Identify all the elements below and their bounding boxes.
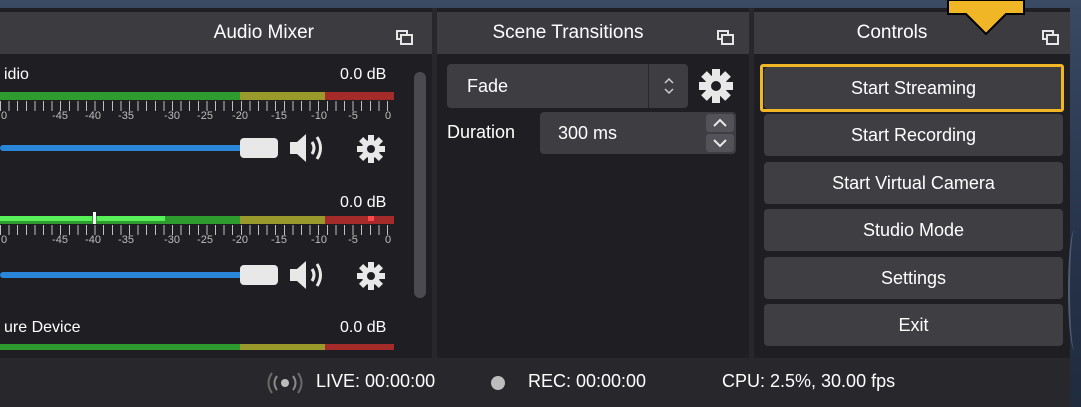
- duration-label: Duration: [447, 122, 516, 142]
- channel-1-volume-handle[interactable]: [240, 138, 278, 158]
- undock-icon[interactable]: [1042, 30, 1059, 45]
- chevron-down-icon: [713, 139, 727, 148]
- scene-transitions-dock: Scene Transitions: [437, 8, 749, 358]
- channel-2-volume-handle[interactable]: [240, 265, 278, 285]
- channel-2-volume-slider[interactable]: [0, 272, 244, 278]
- duration-value: 300 ms: [558, 123, 618, 143]
- cpu-usage: CPU: 2.5%, 30.00 fps: [722, 371, 896, 391]
- gear-icon[interactable]: [356, 261, 386, 291]
- exit-button[interactable]: Exit: [764, 304, 1063, 346]
- speaker-icon[interactable]: [288, 258, 328, 292]
- rec-timer: REC: 00:00:00: [528, 371, 647, 391]
- channel-1-volume-slider[interactable]: [0, 145, 244, 151]
- transition-settings-gear-icon[interactable]: [696, 66, 736, 106]
- start-recording-button[interactable]: Start Recording: [764, 114, 1063, 156]
- audio-mixer-dock: Audio Mixer idio 0.0 dB 0 -45 -40 -35 -3…: [0, 8, 432, 358]
- channel-1-name: idio: [4, 66, 29, 83]
- decorative-ring: [1068, 230, 1081, 350]
- duration-increase-button[interactable]: [706, 114, 734, 132]
- duration-field[interactable]: 300 ms: [540, 112, 736, 154]
- broadcast-icon: [267, 372, 303, 394]
- scene-transitions-title: Scene Transitions: [437, 12, 749, 54]
- speaker-icon[interactable]: [288, 131, 328, 165]
- undock-icon[interactable]: [717, 30, 734, 45]
- channel-1-level: 0.0 dB: [340, 66, 387, 83]
- channel-3-level: 0.0 dB: [340, 319, 387, 336]
- channel-2-level: 0.0 dB: [340, 194, 387, 211]
- channel-1-meter: [0, 92, 394, 100]
- status-bar: LIVE: 00:00:00 REC: 00:00:00 CPU: 2.5%, …: [0, 358, 1070, 407]
- channel-1-tick-labels: 0 -45 -40 -35 -30 -25 -20 -15 -10 -5 0: [0, 110, 392, 122]
- duration-decrease-button[interactable]: [706, 134, 734, 152]
- channel-3-meter: [0, 344, 394, 350]
- live-timer: LIVE: 00:00:00: [316, 371, 436, 391]
- transition-select[interactable]: Fade: [447, 64, 688, 108]
- start-virtual-camera-button[interactable]: Start Virtual Camera: [764, 162, 1063, 204]
- audio-mixer-title-text: Audio Mixer: [213, 22, 314, 43]
- channel-2-tick-labels: 0 -45 -40 -35 -30 -25 -20 -15 -10 -5 0: [0, 234, 392, 246]
- settings-button[interactable]: Settings: [764, 257, 1063, 299]
- studio-mode-button[interactable]: Studio Mode: [764, 209, 1063, 251]
- transition-select-value: Fade: [467, 75, 509, 96]
- record-dot-icon: [491, 376, 505, 390]
- scene-transitions-title-text: Scene Transitions: [492, 22, 644, 43]
- controls-title-text: Controls: [856, 22, 928, 43]
- start-streaming-highlight: [760, 64, 1064, 112]
- arrow-callout-icon: [947, 0, 1025, 36]
- chevron-up-icon: [713, 118, 727, 127]
- undock-icon[interactable]: [396, 30, 413, 45]
- mixer-scrollbar[interactable]: [414, 72, 426, 298]
- audio-mixer-title: Audio Mixer: [0, 12, 432, 54]
- updown-chevron-icon: [648, 64, 688, 108]
- channel-3-name: ure Device: [4, 319, 81, 336]
- channel-2-meter: [0, 212, 394, 224]
- gear-icon[interactable]: [356, 134, 386, 164]
